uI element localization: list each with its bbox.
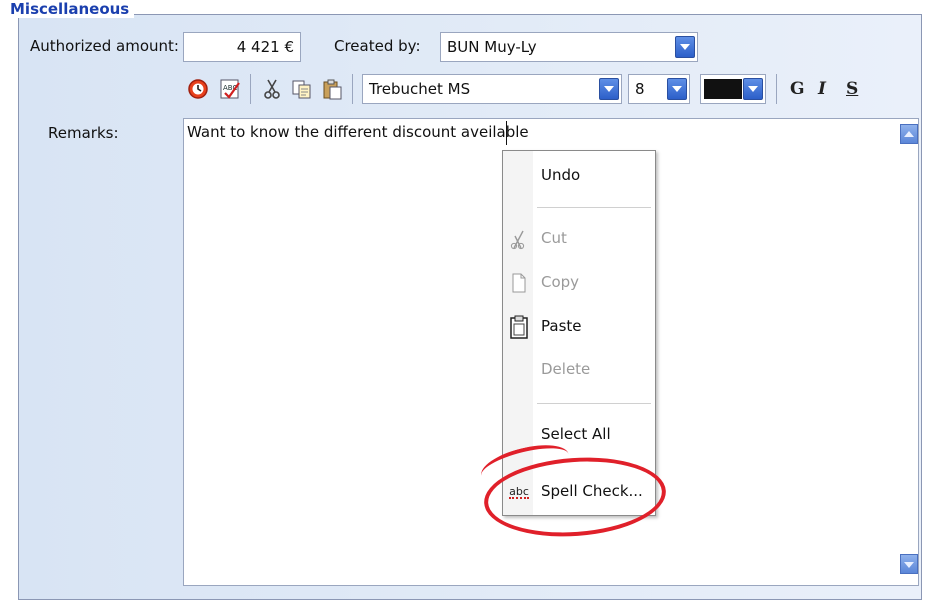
color-swatch <box>704 79 742 99</box>
scroll-up-button[interactable] <box>900 124 918 144</box>
section-title: Miscellaneous <box>8 0 135 18</box>
menu-item-undo[interactable]: Undo <box>541 166 580 184</box>
scroll-down-button[interactable] <box>900 554 918 574</box>
created-by-select[interactable]: BUN Muy-Ly <box>440 32 698 62</box>
created-by-value: BUN Muy-Ly <box>447 38 537 56</box>
copy-icon <box>508 271 530 295</box>
bold-button[interactable]: G <box>790 76 805 102</box>
copy-icon[interactable] <box>290 76 314 102</box>
cut-icon[interactable] <box>260 76 284 102</box>
text-caret <box>506 121 507 145</box>
toolbar-separator <box>776 74 777 104</box>
menu-item-paste[interactable]: Paste <box>541 317 582 335</box>
toolbar-separator <box>250 74 251 104</box>
menu-separator <box>537 207 651 208</box>
font-dropdown-button[interactable] <box>599 78 619 100</box>
amount-value: 4 421 <box>236 38 280 56</box>
clock-icon[interactable] <box>186 76 210 102</box>
menu-item-copy[interactable]: Copy <box>541 273 579 291</box>
font-select[interactable]: Trebuchet MS <box>362 74 622 104</box>
font-size-value: 8 <box>635 80 645 98</box>
text-color-select[interactable] <box>700 74 766 104</box>
menu-item-delete[interactable]: Delete <box>541 360 590 378</box>
authorized-amount-field[interactable]: 4 421 € <box>183 32 301 62</box>
color-dropdown-button[interactable] <box>743 78 763 100</box>
underline-button[interactable]: S <box>846 76 858 102</box>
font-size-dropdown-button[interactable] <box>667 78 687 100</box>
font-value: Trebuchet MS <box>369 80 471 98</box>
menu-separator <box>537 403 651 404</box>
currency-symbol: € <box>284 38 294 56</box>
authorized-amount-label: Authorized amount: <box>30 37 179 55</box>
remarks-text: Want to know the different discount avei… <box>187 123 529 141</box>
clipboard-icon <box>508 315 530 339</box>
toolbar-separator <box>352 74 353 104</box>
created-by-dropdown-button[interactable] <box>675 36 695 58</box>
menu-item-select-all[interactable]: Select All <box>541 425 611 443</box>
italic-button[interactable]: I <box>818 76 826 102</box>
scissors-icon <box>508 227 530 251</box>
menu-item-cut[interactable]: Cut <box>541 229 567 247</box>
remarks-label: Remarks: <box>48 124 119 142</box>
paste-icon[interactable] <box>320 76 344 102</box>
spell-check-icon[interactable]: ABC <box>218 76 242 102</box>
font-size-select[interactable]: 8 <box>628 74 690 104</box>
created-by-label: Created by: <box>334 37 421 55</box>
